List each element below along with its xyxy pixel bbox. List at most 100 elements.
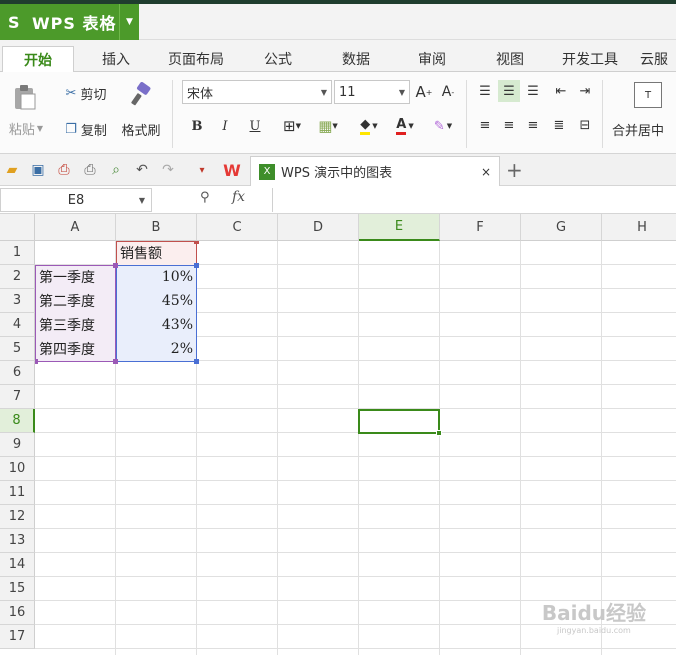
cell-style-button[interactable]: ▦ ▼ (312, 114, 344, 138)
fill-color-button[interactable]: ◆ ▼ (352, 114, 386, 138)
active-cell-selection[interactable] (358, 409, 442, 436)
column-header-b[interactable]: B (116, 214, 197, 241)
align-center-icon[interactable]: ≡ (498, 114, 520, 136)
tab-page-layout[interactable]: 页面布局 (160, 46, 232, 72)
justify-icon[interactable]: ≣ (548, 114, 570, 136)
zoom-search-icon[interactable]: ⚲ (200, 190, 210, 205)
range-handle[interactable] (194, 359, 199, 364)
align-top-icon[interactable]: ☰ (474, 80, 496, 102)
app-menu-button[interactable]: S WPS 表格 ▼ (0, 4, 139, 40)
clear-format-button[interactable]: ✎ ▼ (426, 114, 460, 138)
paste-button[interactable]: 粘贴 ▼ (4, 118, 48, 138)
cell-B5[interactable]: 2% (116, 337, 197, 361)
bold-button[interactable]: B (186, 114, 208, 138)
cell-A3[interactable]: 第二季度 (35, 289, 116, 313)
grow-font-button[interactable]: A + (414, 80, 434, 104)
row-header-12[interactable]: 12 (0, 505, 35, 529)
row-header-7[interactable]: 7 (0, 385, 35, 409)
column-header-a[interactable]: A (35, 214, 116, 241)
row-header-6[interactable]: 6 (0, 361, 35, 385)
column-header-c[interactable]: C (197, 214, 278, 241)
close-icon[interactable]: × (481, 165, 491, 179)
range-handle[interactable] (113, 263, 118, 268)
tab-review[interactable]: 审阅 (404, 46, 460, 72)
cut-button[interactable]: ✂ 剪切 (58, 82, 114, 104)
cell-B2[interactable]: 10% (116, 265, 197, 289)
underline-button[interactable]: U (244, 114, 266, 138)
select-all-corner[interactable] (0, 214, 35, 241)
italic-button[interactable]: I (214, 114, 236, 138)
print-icon[interactable]: ⎙ (80, 160, 100, 180)
font-color-button[interactable]: A ▼ (388, 114, 422, 138)
range-handle[interactable] (194, 263, 199, 268)
fill-handle[interactable] (436, 430, 442, 436)
align-bottom-icon[interactable]: ☰ (522, 80, 544, 102)
row-header-3[interactable]: 3 (0, 289, 35, 313)
range-handle[interactable] (113, 359, 118, 364)
column-header-d[interactable]: D (278, 214, 359, 241)
font-size-select[interactable]: 11 ▼ (334, 80, 410, 104)
tab-developer[interactable]: 开发工具 (554, 46, 626, 72)
row-header-5[interactable]: 5 (0, 337, 35, 361)
align-middle-icon[interactable]: ☰ (498, 80, 520, 102)
borders-button[interactable]: ⊞ ▼ (276, 114, 308, 138)
document-tab[interactable]: X WPS 演示中的图表 × (250, 156, 500, 186)
increase-indent-icon[interactable]: ⇥ (574, 80, 596, 102)
row-header-15[interactable]: 15 (0, 577, 35, 601)
copy-button[interactable]: ❐ 复制 (58, 118, 114, 140)
cell-A4[interactable]: 第三季度 (35, 313, 116, 337)
tab-home[interactable]: 开始 (2, 46, 74, 73)
row-header-8[interactable]: 8 (0, 409, 35, 433)
wps-home-icon[interactable]: W (220, 160, 244, 180)
brush-icon[interactable] (126, 80, 156, 110)
row-header-1[interactable]: 1 (0, 241, 35, 265)
save-icon[interactable]: ▣ (28, 160, 48, 180)
row-header-13[interactable]: 13 (0, 529, 35, 553)
shrink-font-button[interactable]: A- (438, 80, 458, 104)
distributed-icon[interactable]: ⊟ (574, 114, 596, 136)
row-header-9[interactable]: 9 (0, 433, 35, 457)
customize-toolbar-icon[interactable]: ▾ (192, 160, 212, 180)
row-header-17[interactable]: 17 (0, 625, 35, 649)
open-folder-icon[interactable]: ▰ (2, 160, 22, 180)
format-painter-button[interactable]: 格式刷 (116, 118, 166, 140)
redo-icon[interactable]: ↷ (158, 160, 178, 180)
row-header-4[interactable]: 4 (0, 313, 35, 337)
align-left-icon[interactable]: ≡ (474, 114, 496, 136)
paste-icon[interactable] (8, 82, 42, 112)
decrease-indent-icon[interactable]: ⇤ (550, 80, 572, 102)
cell-B4[interactable]: 43% (116, 313, 197, 337)
print-preview-icon[interactable]: ⌕ (106, 160, 126, 180)
row-header-10[interactable]: 10 (0, 457, 35, 481)
row-header-16[interactable]: 16 (0, 601, 35, 625)
export-pdf-icon[interactable]: ⎙ (54, 160, 74, 180)
tab-formulas[interactable]: 公式 (250, 46, 306, 72)
column-header-e[interactable]: E (359, 214, 440, 241)
function-icon[interactable]: fx (232, 189, 245, 205)
column-header-f[interactable]: F (440, 214, 521, 241)
tab-data[interactable]: 数据 (328, 46, 384, 72)
font-name-select[interactable]: 宋体 ▼ (182, 80, 332, 104)
spreadsheet-grid[interactable]: 销售额 第一季度 第二季度 第三季度 第四季度 10% 45% 43% 2% A… (0, 214, 676, 655)
name-box[interactable]: E8 ▼ (0, 188, 152, 212)
tab-insert[interactable]: 插入 (88, 46, 144, 72)
chevron-down-icon[interactable]: ▼ (119, 4, 139, 40)
formula-input[interactable] (272, 188, 676, 212)
tab-cloud[interactable]: 云服 (640, 46, 676, 72)
merge-center-button[interactable]: 合并居中 (612, 118, 676, 140)
cell-B1[interactable]: 销售额 (116, 241, 197, 265)
column-header-h[interactable]: H (602, 214, 676, 241)
undo-icon[interactable]: ↶ (132, 160, 152, 180)
column-header-g[interactable]: G (521, 214, 602, 241)
cell-A5[interactable]: 第四季度 (35, 337, 116, 361)
cell-A2[interactable]: 第一季度 (35, 265, 116, 289)
cell-B3[interactable]: 45% (116, 289, 197, 313)
tab-view[interactable]: 视图 (482, 46, 538, 72)
chevron-down-icon: ▼ (398, 87, 405, 97)
row-header-11[interactable]: 11 (0, 481, 35, 505)
merge-cells-icon[interactable]: T (634, 82, 662, 108)
row-header-2[interactable]: 2 (0, 265, 35, 289)
new-tab-button[interactable]: + (506, 158, 523, 182)
row-header-14[interactable]: 14 (0, 553, 35, 577)
align-right-icon[interactable]: ≡ (522, 114, 544, 136)
